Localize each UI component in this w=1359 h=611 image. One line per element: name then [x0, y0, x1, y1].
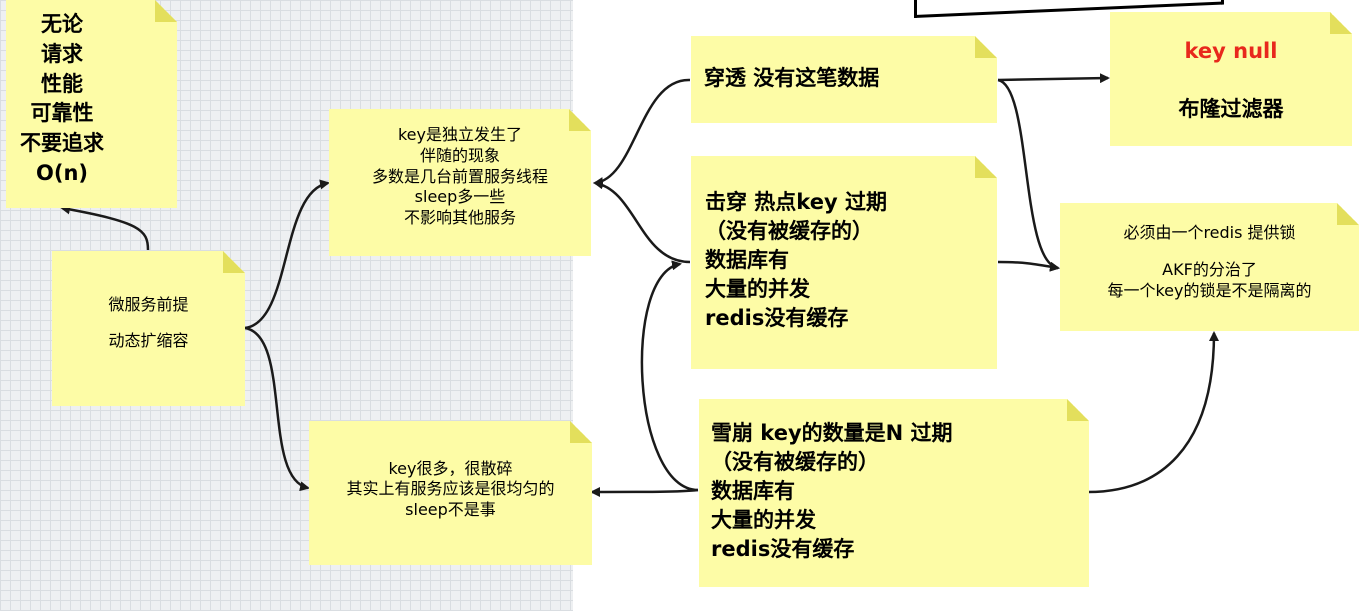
arrow-penetration-to-bloom: [997, 73, 1110, 84]
arrow-microservice-to-principles: [60, 204, 150, 251]
note-avalanche-text: 雪崩 key的数量是N 过期 （没有被缓存的） 数据库有 大量的并发 redis…: [711, 419, 953, 564]
note-line: 击穿 热点key 过期: [705, 190, 887, 214]
arrow-avalanche-to-breakdown: [640, 260, 699, 492]
note-principles-text: 无论 请求 性能 可靠性 不要追求 O(n): [6, 10, 118, 189]
note-line: 多数是几台前置服务线程: [371, 166, 548, 186]
note-line: [52, 315, 245, 331]
arrow-breakdown-to-independent: [593, 179, 691, 264]
arrow-microservice-to-scattered: [244, 326, 310, 492]
note-line: 不影响其他服务: [403, 208, 516, 228]
note-bloom-subtitle: 布隆过滤器: [1178, 97, 1284, 121]
note-line: （没有被缓存的）: [705, 218, 873, 243]
note-bloom-filter: key null 布隆过滤器: [1110, 12, 1352, 146]
note-line: 动态扩缩容: [108, 331, 189, 351]
note-line: 必须由一个redis 提供锁: [1123, 223, 1296, 242]
note-line: 其实上有服务应该是很均匀的: [346, 479, 555, 499]
note-breakdown-text: 击穿 热点key 过期 （没有被缓存的） 数据库有 大量的并发 redis没有缓…: [705, 188, 887, 333]
note-line: 穿透 没有这笔数据: [704, 66, 880, 90]
note-line: 雪崩 key的数量是N 过期: [711, 421, 953, 445]
note-line: 数据库有: [711, 478, 795, 503]
note-line: redis没有缓存: [705, 305, 849, 330]
note-line: 无论: [41, 12, 83, 36]
note-line: 每一个key的锁是不是隔离的: [1107, 280, 1312, 300]
arrow-penetration-to-lock: [997, 78, 1060, 272]
note-independent: key是独立发生了 伴随的现象 多数是几台前置服务线程 sleep多一些 不影响…: [329, 109, 591, 256]
note-scattered: key很多，很散碎 其实上有服务应该是很均匀的 sleep不是事: [309, 421, 592, 565]
note-line: 微服务前提: [108, 295, 189, 314]
note-line: O(n): [36, 161, 88, 186]
note-independent-text: key是独立发生了 伴随的现象 多数是几台前置服务线程 sleep多一些 不影响…: [329, 125, 591, 229]
note-line: 请求: [41, 41, 83, 66]
arrow-avalanche-to-scattered: [590, 486, 699, 497]
arrow-microservice-to-independent: [244, 179, 330, 330]
note-penetration-text: 穿透 没有这笔数据: [704, 65, 879, 92]
note-breakdown: 击穿 热点key 过期 （没有被缓存的） 数据库有 大量的并发 redis没有缓…: [691, 156, 997, 369]
note-line: 不要追求: [20, 131, 104, 156]
note-line: sleep多一些: [414, 187, 506, 207]
note-line: 可靠性: [30, 101, 94, 126]
note-line: redis没有缓存: [711, 536, 855, 561]
note-scattered-text: key很多，很散碎 其实上有服务应该是很均匀的 sleep不是事: [309, 459, 592, 520]
note-line: sleep不是事: [405, 499, 496, 519]
note-line: 数据库有: [705, 247, 789, 272]
note-line: （没有被缓存的）: [711, 449, 879, 474]
note-line: 大量的并发: [711, 507, 816, 532]
note-line: 性能: [41, 71, 83, 96]
note-microservice: 微服务前提 动态扩缩容: [52, 251, 245, 406]
note-line: key是独立发生了: [397, 125, 522, 144]
note-bloom-title: key null: [1184, 39, 1278, 63]
arrow-penetration-to-independent: [593, 78, 691, 187]
note-principles: 无论 请求 性能 可靠性 不要追求 O(n): [6, 0, 177, 208]
note-penetration: 穿透 没有这笔数据: [691, 36, 997, 123]
note-line: [1060, 244, 1359, 260]
arrow-avalanche-to-lock: [1087, 331, 1219, 494]
note-microservice-text: 微服务前提 动态扩缩容: [52, 295, 245, 352]
note-line: AKF的分治了: [1162, 259, 1257, 279]
note-line: 大量的并发: [705, 276, 810, 301]
note-lock: 必须由一个redis 提供锁 AKF的分治了 每一个key的锁是不是隔离的: [1060, 203, 1359, 331]
note-avalanche: 雪崩 key的数量是N 过期 （没有被缓存的） 数据库有 大量的并发 redis…: [699, 399, 1089, 587]
note-lock-text: 必须由一个redis 提供锁 AKF的分治了 每一个key的锁是不是隔离的: [1060, 223, 1359, 301]
note-line: key很多，很散碎: [388, 459, 513, 478]
note-line: 伴随的现象: [419, 145, 500, 165]
